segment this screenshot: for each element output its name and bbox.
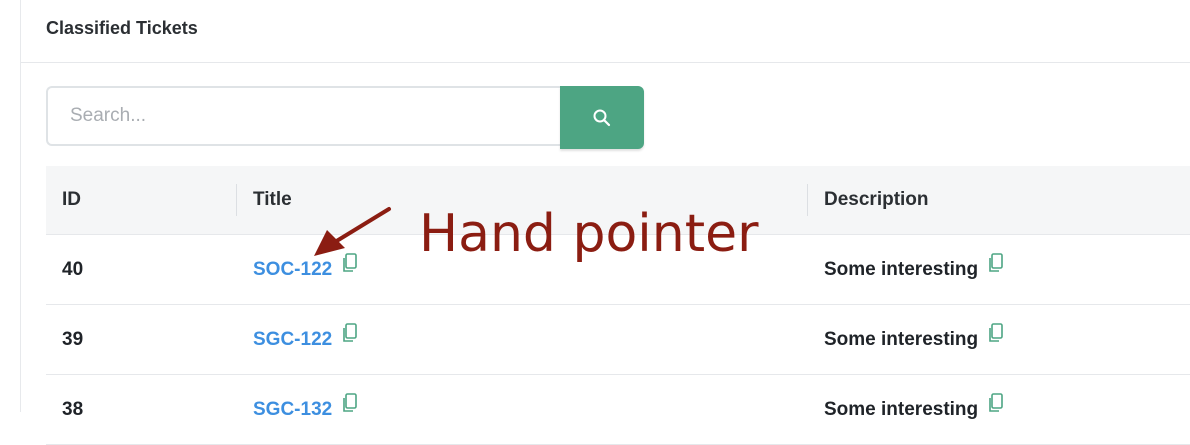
search-icon xyxy=(593,109,611,126)
ticket-title-link[interactable]: SGC-132 xyxy=(253,399,332,420)
hand-pointer-annotation: Hand pointer xyxy=(419,204,759,264)
ticket-description-cell: Some interesting xyxy=(824,375,1004,444)
ticket-title-cell: SGC-132 xyxy=(253,375,358,444)
ticket-id: 38 xyxy=(62,399,84,420)
panel-header: Classified Tickets xyxy=(21,0,1190,63)
column-header-title[interactable]: Title xyxy=(253,166,292,234)
search-button[interactable] xyxy=(560,86,644,149)
copy-icon[interactable] xyxy=(988,303,1004,372)
ticket-description-cell: Some interesting xyxy=(824,235,1004,304)
ticket-title-link[interactable]: SOC-122 xyxy=(253,259,332,280)
column-header-id[interactable]: ID xyxy=(62,166,81,234)
table-row: 39 SGC-122 Some interesting xyxy=(46,305,1190,375)
column-divider xyxy=(807,184,808,216)
ticket-id: 40 xyxy=(62,259,84,280)
panel-title: Classified Tickets xyxy=(46,18,198,38)
arrow-icon xyxy=(314,207,391,256)
ticket-description-cell: Some interesting xyxy=(824,305,1004,374)
ticket-description: Some interesting xyxy=(824,329,979,350)
column-header-description[interactable]: Description xyxy=(824,166,929,234)
column-divider xyxy=(236,184,237,216)
table-row: 38 SGC-132 Some interesting xyxy=(46,375,1190,445)
tickets-table: ID Title Description 40 SOC-122 Some int… xyxy=(46,166,1190,445)
copy-icon[interactable] xyxy=(342,373,358,442)
ticket-description: Some interesting xyxy=(824,259,979,280)
search-bar xyxy=(46,86,644,150)
search-input[interactable] xyxy=(46,86,560,146)
ticket-description: Some interesting xyxy=(824,399,979,420)
copy-icon[interactable] xyxy=(988,233,1004,302)
copy-icon[interactable] xyxy=(342,303,358,372)
ticket-title-link[interactable]: SGC-122 xyxy=(253,329,332,350)
ticket-title-cell: SGC-122 xyxy=(253,305,358,374)
copy-icon[interactable] xyxy=(988,373,1004,442)
ticket-id: 39 xyxy=(62,329,84,350)
